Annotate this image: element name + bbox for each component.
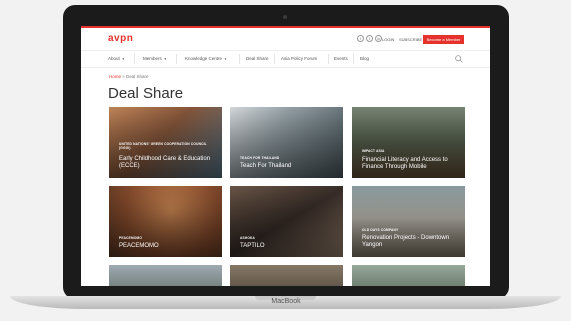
site-header: avpn t f in LOGIN SUBSCRIBE Become a Mem… [81,28,490,50]
facebook-icon[interactable]: f [366,35,373,42]
subscribe-link[interactable]: SUBSCRIBE [399,37,422,42]
page-title: Deal Share [108,85,184,102]
deal-card[interactable]: IMPACT ASIA Financial Literacy and Acces… [352,107,465,178]
chevron-down-icon: ▼ [163,57,167,61]
browser-viewport: avpn t f in LOGIN SUBSCRIBE Become a Mem… [81,26,490,286]
nav-item-knowledge-centre[interactable]: Knowledge Centre ▼ [185,56,227,61]
nav-divider [328,54,329,64]
card-title: PEACEMOMO [119,243,159,249]
nav-divider [134,54,135,64]
deal-card[interactable]: PEACEMOMO PEACEMOMO [109,186,222,257]
linkedin-icon[interactable]: in [375,35,382,42]
card-tag: TEACH FOR THAILAND [240,156,280,160]
deal-card[interactable] [352,265,465,286]
deal-card[interactable]: UNITED NATIONS' GREEN COOPERATION COUNCI… [109,107,222,178]
card-image [109,265,222,286]
card-image [230,265,343,286]
card-tag: UNITED NATIONS' GREEN COOPERATION COUNCI… [119,142,207,150]
card-title: Financial Literacy and Access to Finance… [362,157,448,170]
nav-divider [176,54,177,64]
chevron-down-icon: ▼ [224,57,228,61]
deal-card[interactable]: TEACH FOR THAILAND Teach For Thailand [230,107,343,178]
breadcrumb-current: Deal Share [126,74,149,79]
deal-card[interactable] [109,265,222,286]
breadcrumb-home-link[interactable]: Home [109,74,121,79]
card-title: Teach For Thailand [240,163,292,169]
breadcrumb: Home » Deal Share [109,74,149,79]
card-tag: ASHOKA [240,236,256,240]
deal-card[interactable] [230,265,343,286]
nav-item-blog[interactable]: Blog [360,56,369,61]
nav-item-events[interactable]: Events [334,56,348,61]
deal-card[interactable]: ASHOKA TAPTILO [230,186,343,257]
card-tag: OLD DAYS COMPANY [362,228,399,232]
twitter-icon[interactable]: t [357,35,364,42]
card-title: TAPTILO [240,243,265,249]
nav-divider [274,54,275,64]
nav-item-members[interactable]: Members ▼ [143,56,167,61]
search-icon[interactable] [454,54,464,64]
card-image [352,265,465,286]
login-link[interactable]: LOGIN [382,37,394,42]
avpn-logo[interactable]: avpn [108,33,133,44]
main-nav: About ▼ Members ▼ Knowledge Centre ▼ Deal S… [81,50,490,68]
nav-divider [353,54,354,64]
nav-item-deal-share[interactable]: Deal Share [246,56,269,61]
chevron-down-icon: ▼ [121,57,125,61]
nav-item-about[interactable]: About ▼ [108,56,125,61]
device-label: MacBook [271,298,301,305]
camera-icon [283,15,287,19]
become-member-button[interactable]: Become a Member [423,35,464,44]
card-title: Renovation Projects - Downtown Yangon [362,235,450,248]
deal-card[interactable]: OLD DAYS COMPANY Renovation Projects - D… [352,186,465,257]
nav-item-asia-policy-forum[interactable]: Asia Policy Forum [281,56,317,61]
nav-divider [239,54,240,64]
card-title: Early Childhood Care & Education (ECCE) [119,156,211,169]
card-tag: IMPACT ASIA [362,149,385,153]
card-tag: PEACEMOMO [119,236,143,240]
